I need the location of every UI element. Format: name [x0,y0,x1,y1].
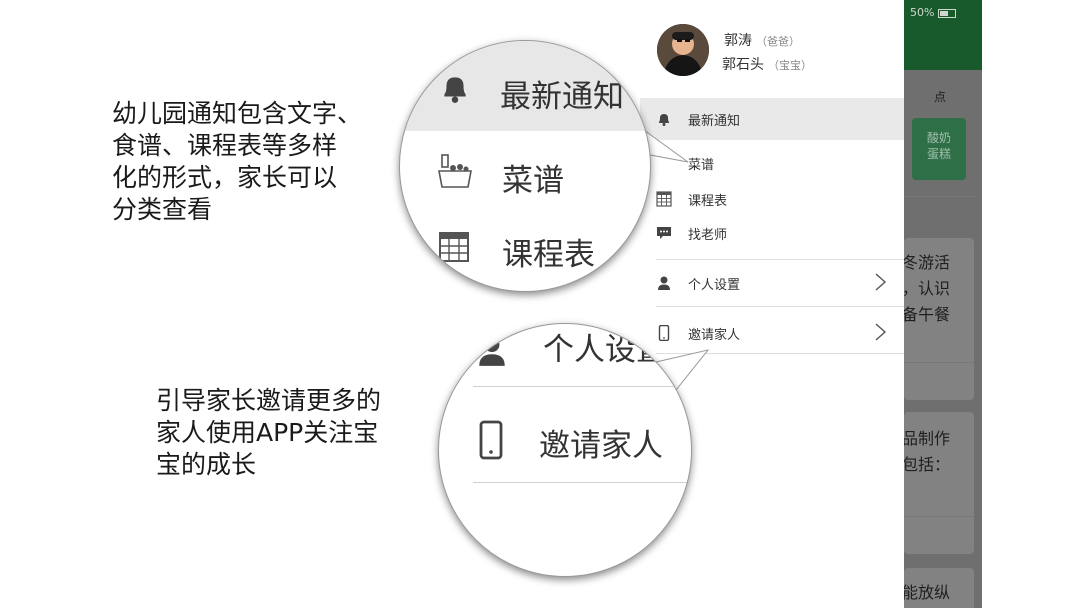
zoom-row-schedule: 课程表 [400,211,650,291]
zoom-label-recipe: 菜谱 [502,163,564,199]
divider [904,362,974,363]
avatar-photo-icon [657,24,709,76]
menu-item-schedule[interactable]: 课程表 [640,182,904,214]
card-text-line: ，认识 [902,279,951,298]
zoom-label-notice: 最新通知 [500,79,624,115]
caption-notification-types: 幼儿园通知包含文字、 食谱、课程表等多样 化的形式，家长可以 分类查看 [112,99,363,224]
magnifier-menu-zoom: 最新通知 菜谱 课程表 [399,40,651,292]
food-basket-icon [438,154,472,188]
status-bar: 50% [910,6,956,19]
card-text-line: 品制作 [902,429,951,448]
menu-divider [656,259,904,260]
avatar[interactable] [657,24,709,76]
yogurt-cake-label: 酸奶 蛋糕 [926,131,951,161]
battery-percent: 50% [910,6,935,19]
child-role: （宝宝） [768,59,812,72]
card-text-line: 能放纵 [902,583,951,602]
parent-name-text: 郭涛 [724,33,752,49]
zoom-row-notice: 最新通知 [400,41,650,131]
background-app-screen: 50% 点 酸奶 蛋糕 冬游活 ，认识 备午餐 品制作 包括： 能放纵 [898,0,982,608]
calendar-grid-icon [439,232,469,262]
person-icon [658,276,670,290]
zoom-row-recipe: 菜谱 [400,131,650,211]
divider [904,516,974,517]
calendar-grid-icon [656,191,672,207]
card-text-line: 备午餐 [902,305,951,324]
menu-item-find-teacher[interactable]: 找老师 [640,216,904,248]
menu-label-find-teacher: 找老师 [688,228,728,243]
card-text-line: 冬游活 [902,253,951,272]
menu-label-schedule: 课程表 [688,194,728,209]
chevron-right-icon [875,323,887,341]
magnifier-invite-zoom: 个人设置 邀请家人 [438,323,692,577]
zoom-divider [473,482,691,483]
divider [904,196,974,197]
menu-divider [656,306,904,307]
yogurt-cake-button[interactable]: 酸奶 蛋糕 [912,118,966,180]
caption-invite-family: 引导家长邀请更多的 家人使用APP关注宝 宝的成长 [156,386,382,479]
zoom-label-settings: 个人设置 [543,332,667,368]
header-partial-text: 点 [934,90,947,104]
battery-icon [937,8,956,18]
card-text-line: 包括： [902,455,951,474]
menu-label-settings: 个人设置 [688,278,741,293]
phone-icon [479,420,503,460]
zoom-divider [473,386,683,387]
side-drawer [640,0,904,608]
chevron-right-icon [875,273,887,291]
parent-role: （爸爸） [756,35,800,48]
person-icon [479,337,505,366]
chat-bubble-icon [657,227,671,239]
zoom-label-invite: 邀请家人 [539,428,663,464]
parent-name: 郭涛 （爸爸） [724,30,800,50]
menu-item-settings[interactable]: 个人设置 [640,266,904,298]
child-name-text: 郭石头 [722,57,764,73]
bell-icon [444,77,466,103]
child-name: 郭石头 （宝宝） [722,54,812,74]
zoom-label-schedule: 课程表 [502,237,595,273]
